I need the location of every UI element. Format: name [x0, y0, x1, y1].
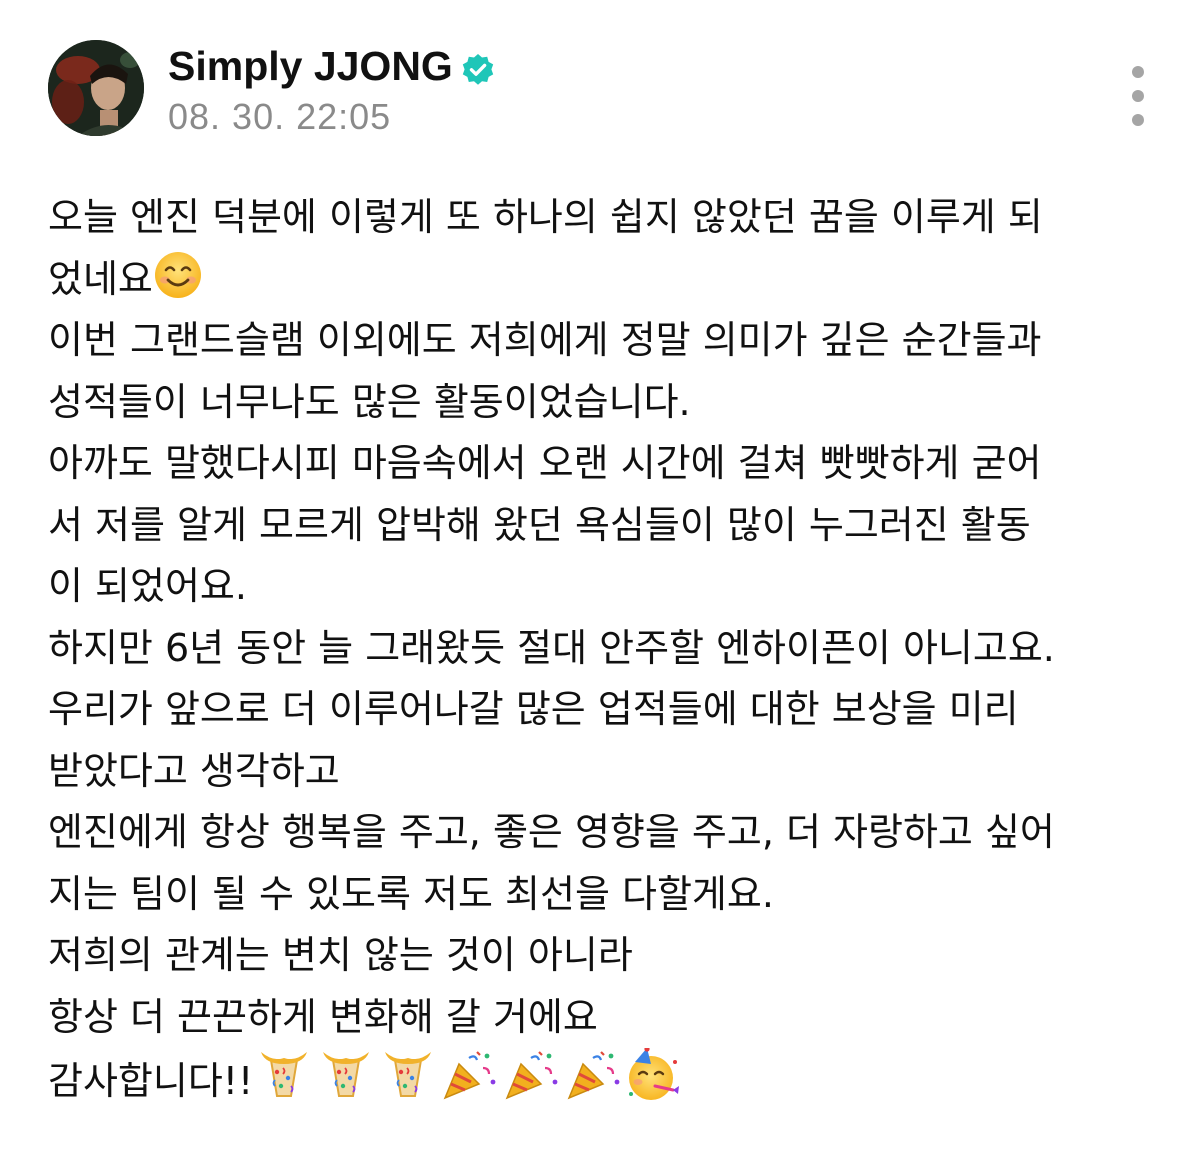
more-vertical-icon	[1132, 66, 1144, 78]
author-name-row[interactable]: Simply JJONG	[168, 42, 495, 90]
smiling-face-emoji	[153, 250, 203, 319]
post-line: 아까도 말했다시피 마음속에서 오랜 시간에 걸쳐 빳빳하게 굳어	[48, 441, 1042, 485]
post-line: 받았다고 생각하고	[48, 748, 340, 793]
post-line: 이 되었어요.	[48, 564, 247, 608]
post-line-text: 감사합니다!!	[48, 1059, 254, 1103]
author-name[interactable]: Simply JJONG	[168, 42, 453, 90]
post-line-text: 었네요	[48, 256, 153, 301]
post-header: Simply JJONG 08. 30. 22:05	[48, 40, 1158, 140]
confetti-ball-emoji	[377, 1048, 439, 1121]
verified-badge-icon	[461, 49, 495, 85]
post-line: 오늘 엔진 덕분에 이렇게 또 하나의 쉽지 않았던 꿈을 이루게 되	[48, 195, 1043, 239]
post-line-with-emoji: 었네요	[48, 249, 1158, 311]
avatar[interactable]	[48, 40, 144, 136]
more-vertical-icon-dot-3	[1132, 114, 1144, 126]
confetti-ball-emoji	[315, 1048, 377, 1121]
post-card: Simply JJONG 08. 30. 22:05 오늘 엔진 덕분에 이렇게…	[0, 0, 1200, 1155]
post-timestamp: 08. 30. 22:05	[168, 96, 392, 137]
post-line: 항상 더 끈끈하게 변화해 갈 거에요	[48, 994, 598, 1039]
post-body: 오늘 엔진 덕분에 이렇게 또 하나의 쉽지 않았던 꿈을 이루게 되 었네요 …	[48, 187, 1158, 1110]
post-line: 이번 그랜드슬램 이외에도 저희에게 정말 의미가 깊은 순간들과	[48, 318, 1042, 362]
confetti-ball-emoji	[253, 1048, 315, 1121]
party-popper-emoji	[439, 1048, 501, 1121]
post-line: 서 저를 알게 모르게 압박해 왔던 욕심들이 많이 누그러진 활동	[48, 502, 1031, 547]
post-line: 하지만 6년 동안 늘 그래왔듯 절대 안주할 엔하이픈이 아니고요.	[48, 625, 1055, 670]
more-options-button[interactable]	[1126, 66, 1150, 126]
post-line: 저희의 관계는 변치 않는 것이 아니라	[48, 933, 633, 977]
post-line: 엔진에게 항상 행복을 주고, 좋은 영향을 주고, 더 자랑하고 싶어	[48, 810, 1055, 854]
more-vertical-icon-dot-2	[1132, 90, 1144, 102]
post-line: 지는 팀이 될 수 있도록 저도 최선을 다할게요.	[48, 871, 774, 916]
post-line: 성적들이 너무나도 많은 활동이었습니다.	[48, 379, 691, 424]
post-line-with-emojis: 감사합니다!!	[48, 1046, 1158, 1110]
partying-face-emoji	[625, 1046, 683, 1121]
party-popper-emoji	[563, 1048, 625, 1121]
party-popper-emoji	[501, 1048, 563, 1121]
post-line: 우리가 앞으로 더 이루어나갈 많은 업적들에 대한 보상을 미리	[48, 687, 1019, 731]
